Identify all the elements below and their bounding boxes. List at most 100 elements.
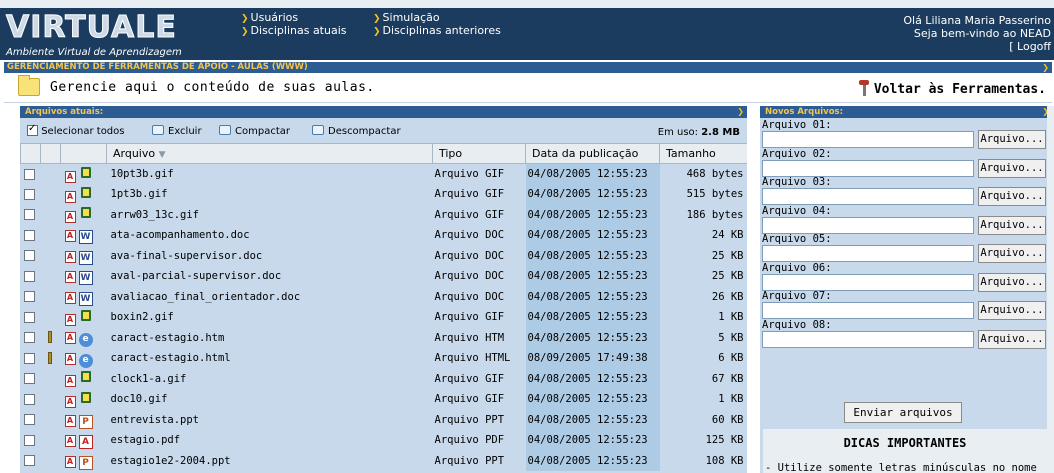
column-header-size[interactable]: Tamanho (659, 143, 747, 164)
nav-usuarios[interactable]: ❯ Usuários (241, 11, 298, 24)
file-type: Arquivo GIF (434, 311, 505, 324)
page-scrollbar[interactable] (1047, 106, 1054, 473)
row-checkbox[interactable] (23, 332, 35, 344)
file-type: Arquivo GIF (434, 372, 505, 385)
logoff-link[interactable]: [ Logoff (903, 40, 1051, 53)
nav-disciplinas-atuais[interactable]: ❯ Disciplinas atuais (241, 24, 347, 37)
column-header-type[interactable]: Tipo (432, 143, 526, 164)
gif-file-icon (79, 370, 93, 384)
file-date: 04/08/2005 12:55:23 (525, 225, 660, 246)
row-checkbox[interactable] (23, 250, 35, 262)
rename-icon[interactable]: A (64, 170, 76, 183)
decompress-button[interactable]: Descompactar (312, 125, 401, 137)
select-all-toggle[interactable]: Selecionar todos (27, 123, 124, 137)
back-to-tools-link[interactable]: Voltar às Ferramentas. (858, 80, 1046, 97)
file-name-link[interactable]: arrw03_13c.gif (107, 205, 433, 226)
file-size: 67 KB (711, 372, 744, 385)
upload-file-field[interactable] (762, 273, 974, 291)
column-header-name[interactable]: Arquivo ▼ (106, 143, 433, 164)
file-name-link[interactable]: doc10.gif (107, 389, 433, 410)
row-pin-cell (41, 451, 61, 472)
decompress-label: Descompactar (328, 126, 401, 137)
rename-icon[interactable]: A (64, 332, 76, 345)
file-name-link[interactable]: caract-estagio.html (107, 348, 433, 369)
rename-icon[interactable]: A (64, 313, 76, 326)
rename-icon[interactable]: A (64, 455, 76, 468)
upload-file-field[interactable] (762, 245, 974, 262)
pdf-file-icon: A (78, 435, 93, 450)
rename-icon[interactable]: A (64, 352, 76, 365)
virtuale-logo[interactable]: VIRTUALE Ambiente Virtual de Aprendizage… (6, 12, 216, 58)
rename-icon[interactable]: A (64, 271, 76, 284)
file-name-link[interactable]: caract-estagio.htm (107, 328, 433, 349)
upload-file-field[interactable] (762, 131, 974, 148)
current-files-title: Arquivos atuais: (25, 107, 104, 117)
htm-file-icon: e (78, 353, 93, 368)
file-name-link[interactable]: aval-parcial-supervisor.doc (107, 266, 433, 287)
row-checkbox[interactable] (23, 455, 35, 467)
rename-icon[interactable]: A (64, 414, 76, 427)
column-header-date[interactable]: Data da publicação (525, 143, 660, 164)
rename-icon[interactable]: A (64, 435, 76, 448)
row-pin-cell (41, 184, 61, 205)
row-checkbox[interactable] (23, 188, 35, 200)
file-name-link[interactable]: boxin2.gif (107, 307, 433, 328)
row-select-cell (21, 266, 41, 287)
rename-icon[interactable]: A (64, 190, 76, 203)
row-checkbox[interactable] (23, 373, 35, 385)
table-row: Aarrw03_13c.gif Arquivo GIF 04/08/2005 12:… (21, 204, 748, 226)
file-name-link[interactable]: 10pt3b.gif (107, 164, 433, 185)
upload-file-field[interactable] (762, 330, 974, 348)
row-checkbox[interactable] (23, 229, 35, 241)
delete-button[interactable]: Excluir (152, 125, 202, 137)
rename-icon[interactable]: A (64, 250, 76, 263)
decompress-icon (312, 125, 324, 135)
nav-simulacao[interactable]: ❯ Simulação (373, 11, 440, 24)
send-files-button[interactable]: Enviar arquivos (844, 402, 962, 423)
row-checkbox[interactable] (23, 311, 35, 323)
row-checkbox[interactable] (23, 434, 35, 446)
row-checkbox[interactable] (23, 209, 35, 221)
row-checkbox[interactable] (23, 352, 35, 364)
header-cell-pin (40, 143, 61, 164)
rename-icon[interactable]: A (64, 291, 76, 304)
rename-icon[interactable]: A (64, 230, 76, 243)
compress-button[interactable]: Compactar (219, 125, 290, 137)
nav-disciplinas-anteriores[interactable]: ❯ Disciplinas anteriores (373, 24, 501, 37)
file-name-link[interactable]: ata-acompanhamento.doc (107, 225, 433, 246)
file-name-link[interactable]: avaliacao_final_orientador.doc (107, 287, 433, 308)
row-checkbox[interactable] (23, 393, 35, 405)
file-date: 04/08/2005 12:55:23 (525, 368, 660, 389)
file-name-link[interactable]: 1pt3b.gif (107, 184, 433, 205)
tips-box: DICAS IMPORTANTES - Utilize somente letr… (763, 429, 1047, 473)
rename-icon[interactable]: A (64, 375, 76, 388)
row-checkbox[interactable] (23, 270, 35, 282)
browse-button[interactable]: Arquivo... (978, 329, 1046, 349)
file-name-link[interactable]: estagio1e2-2004.ppt (107, 451, 433, 472)
file-size: 5 KB (718, 331, 744, 344)
upload-file-field[interactable] (762, 302, 974, 319)
file-name-link[interactable]: clock1-a.gif (107, 369, 433, 390)
file-name-link[interactable]: entrevista.ppt (107, 410, 433, 431)
row-checkbox[interactable] (23, 168, 35, 180)
upload-file-field[interactable] (762, 159, 974, 177)
sort-down-icon: ▼ (158, 150, 166, 160)
gif-file-icon (79, 206, 93, 220)
upload-file-field[interactable] (762, 216, 974, 234)
rename-icon[interactable]: A (64, 211, 76, 224)
file-date: 04/08/2005 12:55:23 (525, 163, 660, 184)
file-type: Arquivo GIF (434, 188, 505, 201)
nav-usuarios-label: Usuários (250, 11, 299, 24)
select-all-checkbox[interactable] (27, 123, 38, 136)
row-actions-cell: AW (61, 287, 107, 308)
file-name-link[interactable]: ava-final-supervisor.doc (107, 246, 433, 267)
upload-file-field[interactable] (762, 188, 974, 205)
ppt-file-icon: P (78, 414, 93, 429)
row-checkbox[interactable] (23, 414, 35, 426)
rename-icon[interactable]: A (64, 395, 76, 408)
row-actions-cell: A (61, 164, 107, 185)
new-files-panel: Novos Arquivos: ❯ Arquivo 01: Arquivo... A… (760, 106, 1052, 473)
file-name-link[interactable]: estagio.pdf (107, 430, 433, 451)
row-pin-cell (41, 287, 61, 308)
row-checkbox[interactable] (23, 291, 35, 303)
